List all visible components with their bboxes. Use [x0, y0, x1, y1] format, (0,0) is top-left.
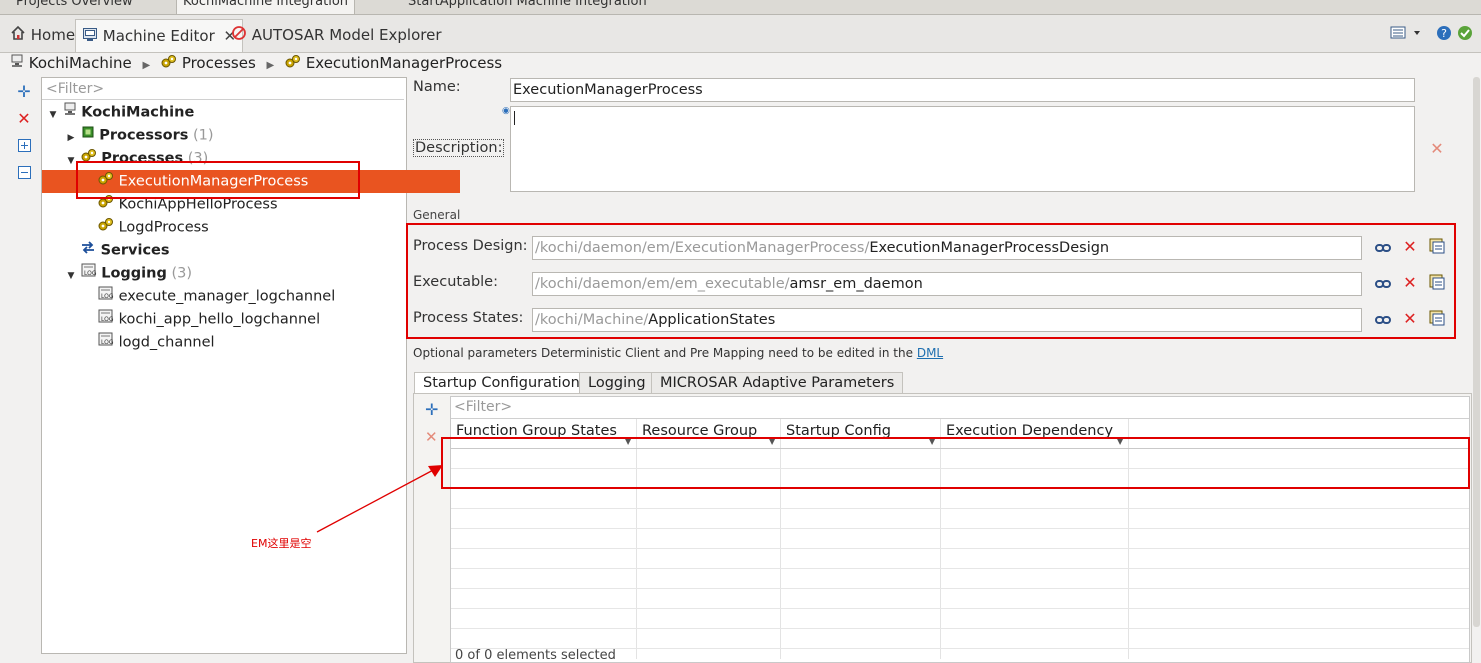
process-gear-icon [285, 53, 301, 74]
annotation-box-empty-rows [441, 437, 1470, 489]
tree-item-logchannel[interactable]: LOG logd_channel [42, 331, 460, 354]
tab-autosar-model-explorer[interactable]: AUTOSAR Model Explorer [225, 19, 448, 51]
tree-item-label: Processors [99, 127, 189, 144]
delete-icon[interactable]: ✕ [15, 110, 33, 128]
processor-chip-icon [81, 124, 95, 147]
svg-text:LOG: LOG [101, 339, 114, 346]
svg-text:LOG: LOG [101, 316, 114, 323]
tree-item-label: execute_manager_logchannel [118, 288, 336, 305]
add-row-icon[interactable]: ✛ [425, 400, 438, 419]
collapse-all-icon[interactable] [15, 165, 33, 183]
tree-item-logchannel[interactable]: LOG kochi_app_hello_logchannel [42, 308, 460, 331]
view-menu-icon[interactable] [1390, 25, 1424, 45]
tree-item-logdprocess[interactable]: LogdProcess [42, 216, 460, 239]
vertical-scrollbar[interactable] [1473, 77, 1480, 627]
dml-link[interactable]: DML [917, 346, 943, 360]
add-icon[interactable]: ✛ [15, 83, 33, 101]
tree-item-processors[interactable]: ▶ Processors (1) [42, 124, 428, 147]
svg-text:LOG: LOG [84, 270, 97, 277]
breadcrumb: KochiMachine ▶ Processes ▶ ExecutionMana… [0, 53, 502, 74]
machine-icon [63, 101, 77, 124]
chevron-right-icon: ▶ [266, 60, 275, 71]
tree-item-label: kochi_app_hello_logchannel [118, 311, 321, 328]
chevron-right-icon: ▶ [142, 60, 151, 71]
tree-item-logchannel[interactable]: LOG execute_manager_logchannel [42, 285, 460, 308]
log-icon: LOG [98, 331, 114, 354]
editor-tab-label: Projects Overview [16, 0, 133, 9]
tree-filter-input[interactable]: <Filter> [42, 78, 404, 100]
editor-tab-label: StartApplication Machine Integration [408, 0, 647, 9]
breadcrumb-item-processes[interactable]: Processes [182, 54, 256, 72]
breadcrumb-item-process[interactable]: ExecutionManagerProcess [306, 54, 502, 72]
editor-tab-strip: Projects Overview KochiMachine Integrati… [0, 0, 1481, 15]
annotation-text: EM这里是空 [251, 537, 312, 550]
services-arrows-icon [80, 239, 96, 262]
autosar-explorer-icon [231, 20, 247, 52]
view-tab-bar: Home Machine Editor ✕ AUTOSAR Model Expl… [0, 15, 1481, 53]
tree-item-label: KochiMachine [81, 104, 195, 121]
editor-tab-startapp-integration[interactable]: StartApplication Machine Integration [402, 0, 653, 14]
tab-logging[interactable]: Logging [579, 372, 655, 394]
machine-icon [10, 53, 24, 74]
svg-text:LOG: LOG [101, 293, 114, 300]
general-section-label: General [413, 208, 461, 222]
annotation-arrow [316, 465, 443, 533]
home-icon [10, 20, 26, 52]
process-gear-icon [98, 216, 114, 239]
help-icon[interactable]: ? [1436, 25, 1452, 45]
tree-item-label: logd_channel [118, 334, 215, 351]
optional-note-text: Optional parameters Deterministic Client… [413, 346, 913, 360]
info-dot-icon: ◉ [502, 106, 510, 116]
log-icon: LOG [98, 285, 114, 308]
tab-home[interactable]: Home [4, 19, 81, 51]
tab-model-explorer-label: AUTOSAR Model Explorer [251, 26, 442, 44]
tree-item-count: (1) [193, 127, 214, 144]
svg-text:?: ? [1441, 27, 1447, 40]
validation-ok-icon[interactable] [1457, 25, 1473, 45]
tab-startup-configuration[interactable]: Startup Configuration [414, 372, 589, 394]
breadcrumb-item-machine[interactable]: KochiMachine [29, 54, 132, 72]
annotation-box-tree [76, 161, 360, 199]
tab-microsar-adaptive-parameters[interactable]: MICROSAR Adaptive Parameters [651, 372, 904, 394]
editor-tab-projects-overview[interactable]: Projects Overview [10, 0, 139, 14]
expand-all-icon[interactable] [15, 138, 33, 156]
tab-home-label: Home [30, 26, 76, 44]
machine-editor-icon [82, 21, 98, 53]
optional-parameters-note: Optional parameters Deterministic Client… [413, 346, 943, 360]
editor-tab-label: KochiMachine Integration [183, 0, 349, 9]
description-label: Description: [413, 139, 505, 157]
tree-item-label: Services [100, 242, 170, 259]
name-field[interactable]: ExecutionManagerProcess [510, 78, 1415, 102]
tree-item-kochimachine[interactable]: ▼ KochiMachine [42, 101, 410, 124]
clear-description-icon[interactable]: ✕ [1428, 140, 1446, 158]
table-filter-input[interactable]: <Filter> [454, 399, 512, 415]
process-gear-icon [161, 53, 177, 74]
text-caret [514, 111, 515, 125]
tab-machine-editor[interactable]: Machine Editor ✕ [75, 19, 244, 53]
log-icon: LOG [98, 308, 114, 331]
tree-item-services[interactable]: Services [42, 239, 442, 262]
tree-item-logging[interactable]: ▼ LOG Logging (3) [42, 262, 428, 285]
delete-row-icon[interactable]: ✕ [425, 428, 438, 446]
tree-item-count: (3) [171, 265, 193, 282]
tab-machine-editor-label: Machine Editor [102, 27, 215, 45]
description-field[interactable] [510, 106, 1415, 192]
annotation-box-general [406, 223, 1456, 339]
log-icon: LOG [81, 262, 97, 285]
editor-tab-kochi-integration[interactable]: KochiMachine Integration [176, 0, 356, 14]
tree-item-label: LogdProcess [118, 219, 209, 236]
tree-item-label: Logging [101, 265, 167, 282]
name-label: Name: [413, 79, 461, 95]
